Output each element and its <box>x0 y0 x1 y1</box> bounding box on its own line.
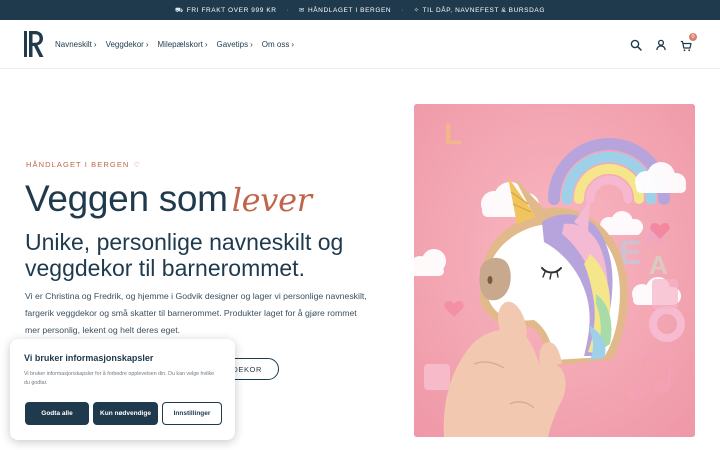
chevron-right-icon: › <box>145 40 149 49</box>
announcement-separator: · <box>286 6 289 14</box>
cookie-settings-button[interactable]: Innstillinger <box>162 402 222 425</box>
announcement-bar: ⛟ FRI FRAKT OVER 999 KR · ✉ HÅNDLAGET I … <box>0 0 720 20</box>
unicorn-sign-illustration: E A A L <box>414 104 695 437</box>
nav-label: Om oss <box>261 40 290 49</box>
cart-count-badge: 0 <box>689 32 697 41</box>
hero-subtitle: Unike, personlige navneskilt og veggdeko… <box>25 229 344 281</box>
account-icon[interactable] <box>655 39 667 51</box>
gift-icon: ✉ <box>298 7 305 14</box>
hero-title-script: lever <box>231 181 312 219</box>
chevron-right-icon: › <box>291 40 295 49</box>
chevron-right-icon: › <box>204 40 208 49</box>
heart-icon: ♡ <box>133 161 141 169</box>
accept-all-button[interactable]: Godta alle <box>25 402 89 425</box>
cookie-text: Vi bruker informasjonskapsler for å forb… <box>24 371 215 386</box>
truck-icon: ⛟ <box>174 6 184 14</box>
announcement-item: ✉ HÅNDLAGET I BERGEN <box>298 6 392 15</box>
hero-eyebrow: HÅNDLAGET I BERGEN ♡ <box>26 160 141 169</box>
announcement-text: FRI FRAKT OVER 999 KR <box>186 6 277 14</box>
svg-text:A: A <box>649 250 668 280</box>
hero-paragraph: Vi er Christina og Fredrik, og hjemme i … <box>25 291 367 335</box>
announcement-item: ✧ TIL DÅP, NAVNEFEST & BURSDAG <box>413 6 546 15</box>
nav-item-om-oss[interactable]: Om oss › <box>262 40 294 49</box>
hero-title-main: Veggen som <box>25 178 228 219</box>
announcement-text: TIL DÅP, NAVNEFEST & BURSDAG <box>422 6 546 14</box>
header-actions: 0 <box>630 20 697 69</box>
nav-label: Navneskilt <box>55 40 92 49</box>
cookie-consent-dialog: Vi bruker informasjonskapsler Vi bruker … <box>10 339 235 440</box>
search-icon[interactable] <box>630 39 642 51</box>
nav-label: Veggdekor <box>105 40 144 49</box>
necessary-only-button[interactable]: Kun nødvendige <box>93 402 158 425</box>
eyebrow-text: HÅNDLAGET I BERGEN <box>26 160 130 169</box>
cookie-title: Vi bruker informasjonskapsler <box>24 353 154 363</box>
site-header: Navneskilt › Veggdekor › Milepælskort › Gav… <box>0 20 720 69</box>
cta-label: DEKOR <box>232 364 262 374</box>
announcement-text: HÅNDLAGET I BERGEN <box>307 6 392 14</box>
hero-title: Veggen som lever <box>25 178 312 220</box>
nav-item-gavetips[interactable]: Gavetips › <box>217 40 253 49</box>
announcement-item: ⛟ FRI FRAKT OVER 999 KR <box>175 6 277 15</box>
party-icon: ✧ <box>413 7 420 14</box>
hero-image: E A A L <box>414 104 695 437</box>
nav-item-milepaelskort[interactable]: Milepælskort › <box>158 40 208 49</box>
nav-item-navneskilt[interactable]: Navneskilt › <box>55 40 97 49</box>
cart-button[interactable]: 0 <box>680 32 697 51</box>
brand-logo[interactable] <box>24 30 44 58</box>
nav-label: Gavetips <box>216 40 249 49</box>
main-nav: Navneskilt › Veggdekor › Milepælskort › Gav… <box>55 20 294 69</box>
nav-item-veggdekor[interactable]: Veggdekor › <box>106 40 149 49</box>
announcement-separator: · <box>401 6 404 14</box>
chevron-right-icon: › <box>93 40 97 49</box>
cookie-buttons: Godta alle Kun nødvendige Innstillinger <box>25 402 222 425</box>
cart-icon <box>680 40 692 51</box>
nav-label: Milepælskort <box>157 40 203 49</box>
chevron-right-icon: › <box>250 40 253 49</box>
svg-text:L: L <box>444 118 462 151</box>
